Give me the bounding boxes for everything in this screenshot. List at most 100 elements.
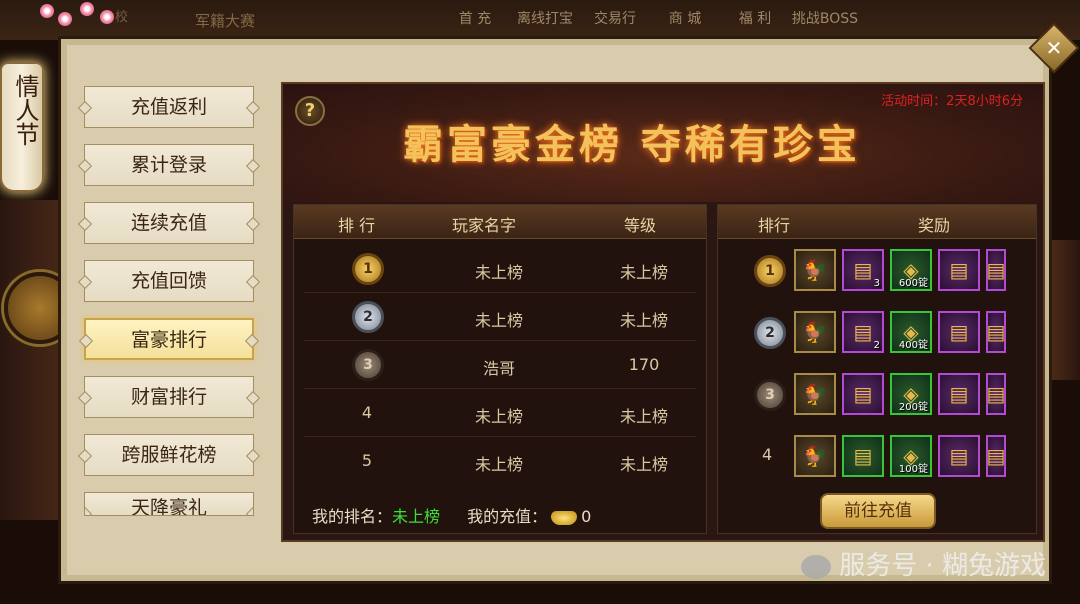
item-count: 2 — [873, 340, 880, 351]
reward-items: 🐓 ▤ 2 ◈ 400锭 ▤ ▤ — [794, 311, 1006, 353]
sidebar-item-cumulative-login[interactable]: 累计登录 — [84, 144, 254, 186]
header-player-name: 玩家名字 — [452, 216, 517, 235]
header-rank: 排 行 — [338, 216, 376, 235]
nav-welfare[interactable]: 福 利 — [720, 8, 790, 28]
silver-medal-icon: 2 — [754, 317, 786, 349]
silver-ingot-icon[interactable]: ◈ 400锭 — [890, 311, 932, 353]
timer-label: 活动时间： — [881, 94, 947, 109]
table-row: 1 未上榜 未上榜 — [304, 247, 696, 293]
item-count: 100锭 — [898, 464, 928, 475]
sidebar-item-rich-ranking[interactable]: 富豪排行 — [84, 318, 254, 360]
reward-row: 2 🐓 ▤ 2 ◈ 400锭 ▤ ▤ — [718, 307, 1038, 359]
lantern-text: 情人节 — [11, 74, 39, 146]
gold-medal-icon: 1 — [352, 253, 384, 285]
rank-number: 5 — [361, 451, 373, 470]
my-recharge-value: 0 — [581, 507, 592, 526]
bronze-medal-icon: 3 — [754, 379, 786, 411]
rank-number: 4 — [361, 403, 373, 422]
rooster-icon[interactable]: 🐓 — [794, 249, 836, 291]
gold-ingot-icon — [551, 510, 578, 525]
my-rank-label: 我的排名： — [312, 507, 393, 526]
reward-items: 🐓 ▤ ◈ 200锭 ▤ ▤ — [794, 373, 1006, 415]
my-status: 我的排名：未上榜 我的充值： 0 — [312, 503, 591, 527]
table-row: 5 未上榜 未上榜 — [304, 439, 696, 485]
event-timer: 活动时间：2天8小时6分 — [881, 90, 1023, 109]
help-icon[interactable]: ? — [295, 96, 325, 126]
right-decoration — [1052, 240, 1080, 380]
nav-boss[interactable]: 挑战BOSS — [790, 8, 860, 28]
wechat-icon — [801, 554, 832, 579]
skill-book-icon[interactable]: ▤ — [986, 373, 1006, 415]
item-count: 3 — [873, 278, 880, 289]
banner-title: 霸富豪金榜 夺稀有珍宝 — [403, 121, 861, 168]
event-title[interactable]: 军籍大赛 — [195, 10, 255, 31]
header-level: 等级 — [624, 216, 657, 235]
silver-ingot-icon[interactable]: ◈ 600锭 — [890, 249, 932, 291]
nav-offline[interactable]: 离线打宝 — [510, 8, 580, 28]
my-recharge-label: 我的充值： — [467, 507, 548, 526]
watermark: 服务号 · 糊兔游戏 — [801, 545, 1046, 582]
top-nav: 首 充 离线打宝 交易行 商 城 福 利 挑战BOSS — [440, 8, 860, 28]
rooster-icon[interactable]: 🐓 — [794, 373, 836, 415]
skill-book-icon[interactable]: ▤ 2 — [842, 311, 884, 353]
reward-row: 1 🐓 ▤ 3 ◈ 600锭 ▤ ▤ — [718, 245, 1038, 297]
main-panel: ? 活动时间：2天8小时6分 霸富豪金榜 夺稀有珍宝 排 行 玩家名字 等级 1… — [281, 82, 1045, 542]
my-rank-value: 未上榜 — [392, 507, 441, 526]
sidebar-item-recharge-feedback[interactable]: 充值回馈 — [84, 260, 254, 302]
sidebar-item-recharge-rebate[interactable]: 充值返利 — [84, 86, 254, 128]
go-recharge-button[interactable]: 前往充值 — [820, 493, 936, 529]
bronze-medal-icon: 3 — [352, 349, 384, 381]
nav-first-charge[interactable]: 首 充 — [440, 8, 510, 28]
table-row: 4 未上榜 未上榜 — [304, 391, 696, 437]
player-level: 未上榜 — [619, 455, 668, 474]
flower-decoration — [30, 0, 120, 30]
skill-book-icon[interactable]: ▤ — [842, 373, 884, 415]
reward-items: 🐓 ▤ ◈ 100锭 ▤ ▤ — [794, 435, 1006, 477]
skill-book-icon[interactable]: ▤ — [938, 435, 980, 477]
item-count: 600锭 — [898, 278, 928, 289]
table-row: 3 浩哥 170 — [304, 343, 696, 389]
skill-book-icon[interactable]: ▤ — [842, 435, 884, 477]
player-name: 未上榜 — [474, 263, 523, 282]
rank-number: 4 — [762, 445, 773, 464]
sidebar-item-continuous-recharge[interactable]: 连续充值 — [84, 202, 254, 244]
reward-items: 🐓 ▤ 3 ◈ 600锭 ▤ ▤ — [794, 249, 1006, 291]
silver-medal-icon: 2 — [352, 301, 384, 333]
header-reward: 奖励 — [918, 216, 951, 235]
skill-book-icon[interactable]: ▤ 3 — [842, 249, 884, 291]
header-rank: 排行 — [758, 216, 791, 235]
skill-book-icon[interactable]: ▤ — [938, 373, 980, 415]
skill-book-icon[interactable]: ▤ — [986, 435, 1006, 477]
player-level: 170 — [628, 355, 660, 374]
close-icon: ✕ — [1045, 36, 1063, 60]
player-name[interactable]: 浩哥 — [449, 355, 549, 379]
reward-table-header: 排行 奖励 — [718, 205, 1036, 239]
player-name: 未上榜 — [474, 311, 523, 330]
rooster-icon[interactable]: 🐓 — [794, 435, 836, 477]
player-level: 未上榜 — [619, 311, 668, 330]
reward-row: 4 🐓 ▤ ◈ 100锭 ▤ ▤ — [718, 431, 1038, 483]
item-count: 200锭 — [898, 402, 928, 413]
silver-ingot-icon[interactable]: ◈ 200锭 — [890, 373, 932, 415]
item-count: 400锭 — [898, 340, 928, 351]
skill-book-icon[interactable]: ▤ — [938, 311, 980, 353]
rooster-icon[interactable]: 🐓 — [794, 311, 836, 353]
skill-book-icon[interactable]: ▤ — [986, 311, 1006, 353]
sidebar-item-wealth-ranking[interactable]: 财富排行 — [84, 376, 254, 418]
silver-ingot-icon[interactable]: ◈ 100锭 — [890, 435, 932, 477]
skill-book-icon[interactable]: ▤ — [986, 249, 1006, 291]
player-name: 未上榜 — [474, 455, 523, 474]
nav-shop[interactable]: 商 城 — [650, 8, 720, 28]
gold-medal-icon: 1 — [754, 255, 786, 287]
player-level: 未上榜 — [619, 407, 668, 426]
sidebar-item-gift[interactable]: 天降豪礼 — [84, 492, 254, 516]
watermark-text: 服务号 · 糊兔游戏 — [839, 551, 1046, 581]
rank-table-header: 排 行 玩家名字 等级 — [294, 205, 706, 239]
lantern[interactable]: 情人节 — [0, 62, 44, 192]
sidebar-item-flower-ranking[interactable]: 跨服鲜花榜 — [84, 434, 254, 476]
reward-row: 3 🐓 ▤ ◈ 200锭 ▤ ▤ — [718, 369, 1038, 421]
skill-book-icon[interactable]: ▤ — [938, 249, 980, 291]
nav-trade[interactable]: 交易行 — [580, 8, 650, 28]
top-partial-text: 校 — [115, 10, 129, 25]
player-level: 未上榜 — [619, 263, 668, 282]
